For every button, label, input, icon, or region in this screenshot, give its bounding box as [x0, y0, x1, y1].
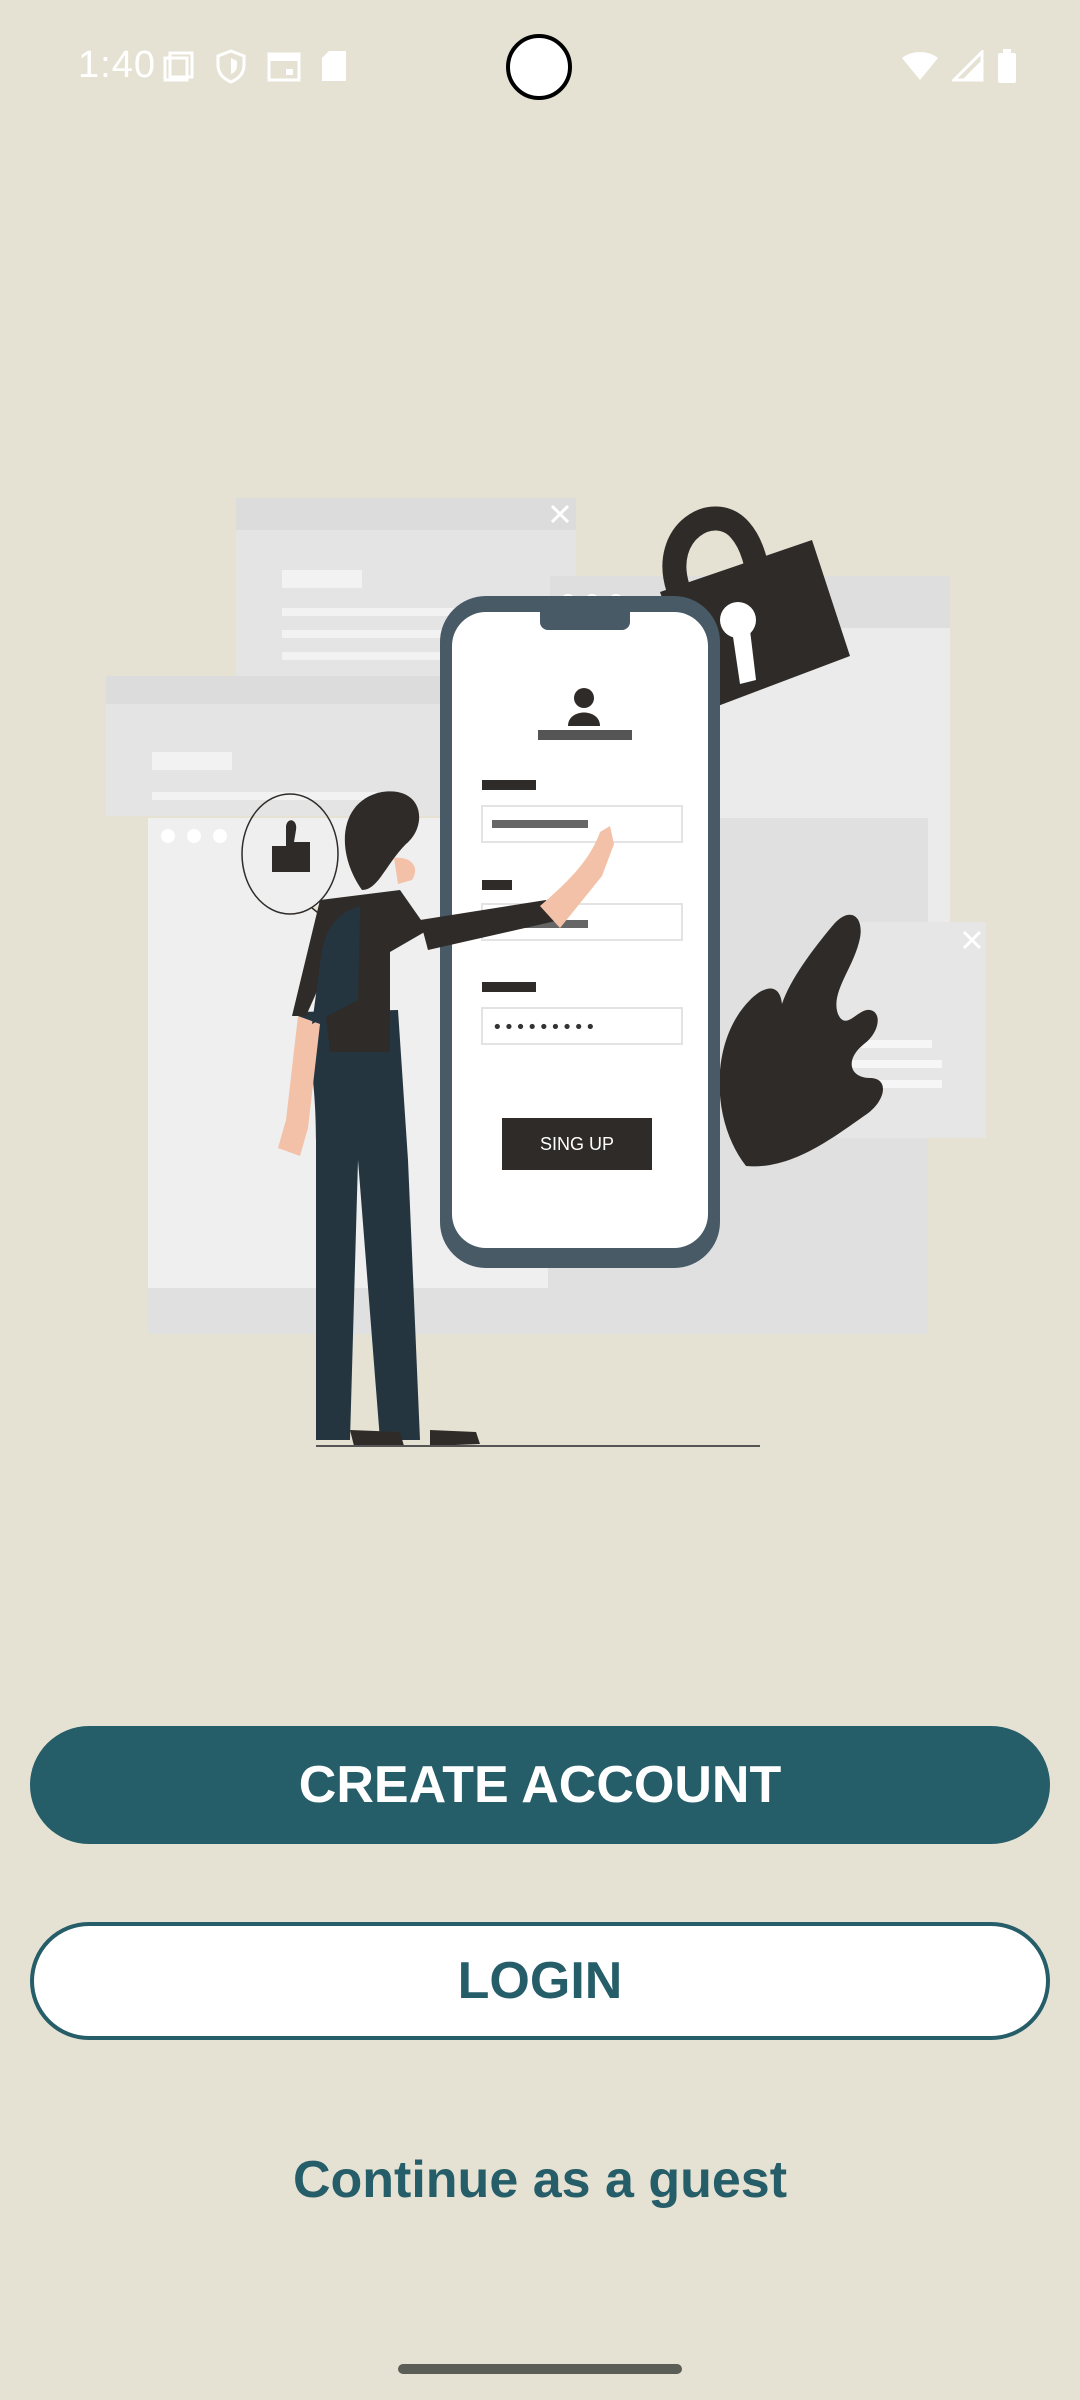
login-button[interactable]: LOGIN [30, 1922, 1050, 2040]
shield-icon [216, 49, 246, 84]
continue-as-guest-link[interactable]: Continue as a guest [0, 2150, 1080, 2210]
sd-card-icon [322, 51, 346, 81]
screen-icon [163, 51, 194, 82]
signup-illustration: ••••••••• SING UP [106, 498, 986, 1447]
signup-button-label: SING UP [540, 1134, 614, 1154]
welcome-screen: 1:40 ••••••••• SING UP CREATE ACCOUNT LO… [0, 0, 1080, 2400]
camera-cutout [506, 34, 572, 100]
signal-icon [952, 50, 984, 82]
gesture-nav-handle[interactable] [398, 2364, 682, 2374]
status-icons-left [162, 48, 348, 84]
status-icons-right [900, 48, 1018, 84]
wifi-icon [902, 52, 938, 80]
password-mask: ••••••••• [492, 1017, 597, 1038]
status-bar: 1:40 [0, 0, 1080, 140]
create-account-button[interactable]: CREATE ACCOUNT [30, 1726, 1050, 1844]
battery-icon [998, 49, 1016, 83]
calendar-icon [267, 52, 301, 82]
status-time: 1:40 [78, 44, 156, 86]
